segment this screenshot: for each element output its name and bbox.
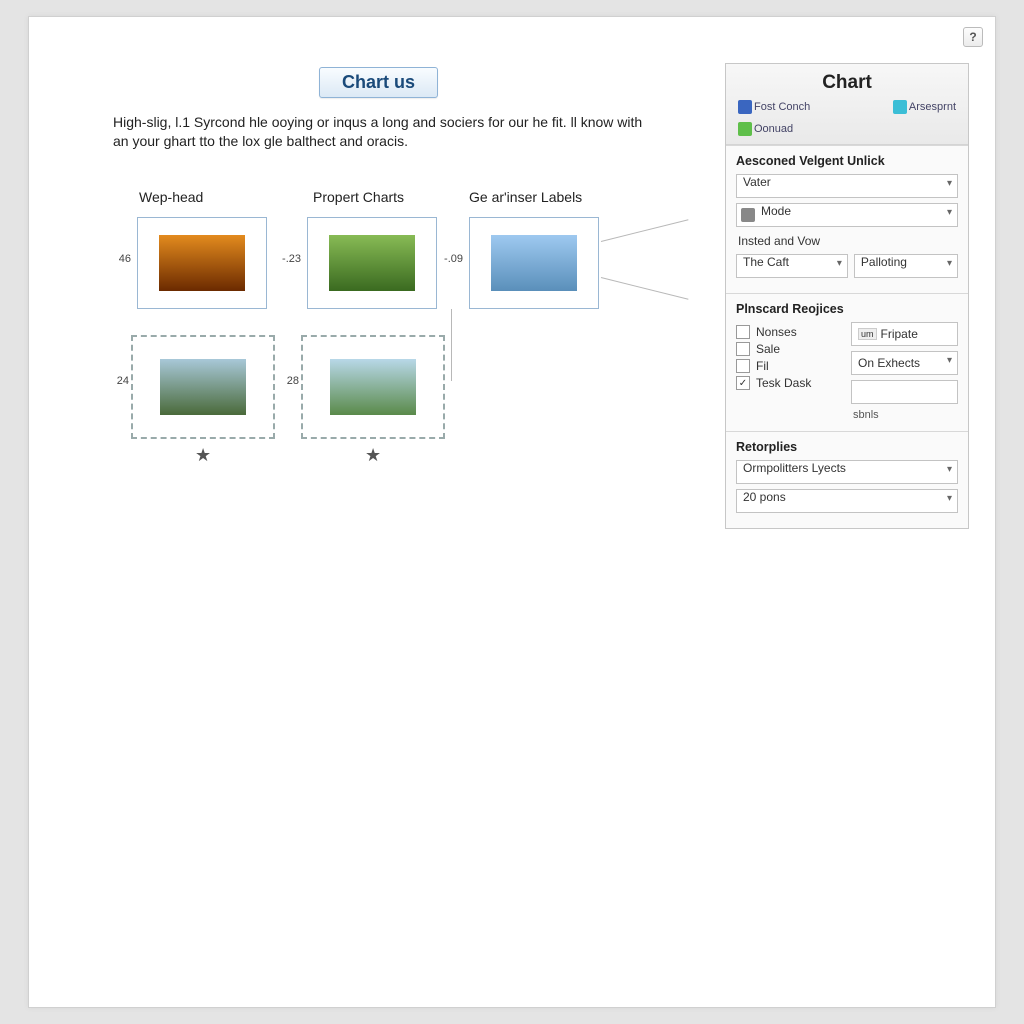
checkbox-label: Sale: [756, 342, 780, 356]
fripate-field[interactable]: umFripate: [851, 322, 958, 346]
help-button[interactable]: ?: [963, 27, 983, 47]
title-button[interactable]: Chart us: [319, 67, 438, 98]
panel-title: Chart: [726, 72, 968, 94]
chart-thumb-5[interactable]: [301, 335, 445, 439]
status-text: Insted and Vow: [736, 232, 958, 254]
chart-panel: Chart Fost Conch Arsesprnt Oonuad Aescon…: [725, 63, 969, 529]
thumb-image-icon: [329, 235, 415, 291]
chart-thumb-1[interactable]: [137, 217, 267, 309]
fil-checkbox[interactable]: [736, 359, 750, 373]
section-1: Aesconed Velgent Unlick Vater Mode Inste…: [726, 145, 968, 293]
column-header-2: Propert Charts: [313, 189, 404, 205]
connector-line: [451, 309, 452, 381]
section-2: Plnscard Reojices Nonses Sale Fil ✓ Tesk …: [726, 293, 968, 431]
thumb-number-3: -.09: [441, 253, 463, 265]
thumb-number-4: 24: [107, 375, 129, 387]
thumb-image-icon: [330, 359, 416, 415]
circle-check-icon: [893, 100, 907, 114]
checkbox-label: Nonses: [756, 325, 797, 339]
thumb-image-icon: [160, 359, 246, 415]
palloting-dropdown[interactable]: Palloting: [854, 254, 958, 278]
panel-header: Chart Fost Conch Arsesprnt Oonuad: [726, 64, 968, 145]
blank-field[interactable]: [851, 380, 958, 404]
column-header-1: Wep-head: [139, 189, 203, 205]
page-canvas: ? Chart us High-slig, l.1 Syrcond hle oo…: [28, 16, 996, 1008]
star-icon[interactable]: ★: [195, 445, 211, 466]
section-title: Retorplies: [736, 440, 958, 454]
section-title: Plnscard Reojices: [736, 302, 958, 316]
panel-link-1[interactable]: Fost Conch: [738, 100, 810, 114]
thumb-number-2: -.23: [279, 253, 301, 265]
square-icon: [738, 122, 752, 136]
thumb-number-5: 28: [277, 375, 299, 387]
connector-line: [601, 219, 689, 242]
section-title: Aesconed Velgent Unlick: [736, 154, 958, 168]
tesk-dask-checkbox[interactable]: ✓: [736, 376, 750, 390]
chart-thumb-3[interactable]: [469, 217, 599, 309]
sale-checkbox[interactable]: [736, 342, 750, 356]
checkbox-label: Fil: [756, 359, 769, 373]
thumb-image-icon: [491, 235, 577, 291]
pons-dropdown[interactable]: 20 pons: [736, 489, 958, 513]
column-header-3: Ge ar'inser Labels: [469, 189, 582, 205]
panel-link-3[interactable]: Oonuad: [738, 122, 793, 136]
star-icon[interactable]: ★: [365, 445, 381, 466]
connector-line: [601, 277, 689, 300]
square-icon: [738, 100, 752, 114]
ormpolitters-dropdown[interactable]: Ormpolitters Lyects: [736, 460, 958, 484]
thumb-number-1: 46: [109, 253, 131, 265]
caft-dropdown[interactable]: The Caft: [736, 254, 848, 278]
field-caption: sbnls: [851, 409, 958, 421]
thumb-image-icon: [159, 235, 245, 291]
vater-dropdown[interactable]: Vater: [736, 174, 958, 198]
chart-thumb-4[interactable]: [131, 335, 275, 439]
chart-thumb-2[interactable]: [307, 217, 437, 309]
mode-dropdown[interactable]: Mode: [736, 203, 958, 227]
panel-link-2[interactable]: Arsesprnt: [893, 100, 956, 114]
checkbox-label: Tesk Dask: [756, 376, 811, 390]
nonses-checkbox[interactable]: [736, 325, 750, 339]
exhects-dropdown[interactable]: On Exhects: [851, 351, 958, 375]
intro-text: High-slig, l.1 Syrcond hle ooying or inq…: [113, 113, 653, 151]
section-3: Retorplies Ormpolitters Lyects 20 pons: [726, 431, 968, 528]
